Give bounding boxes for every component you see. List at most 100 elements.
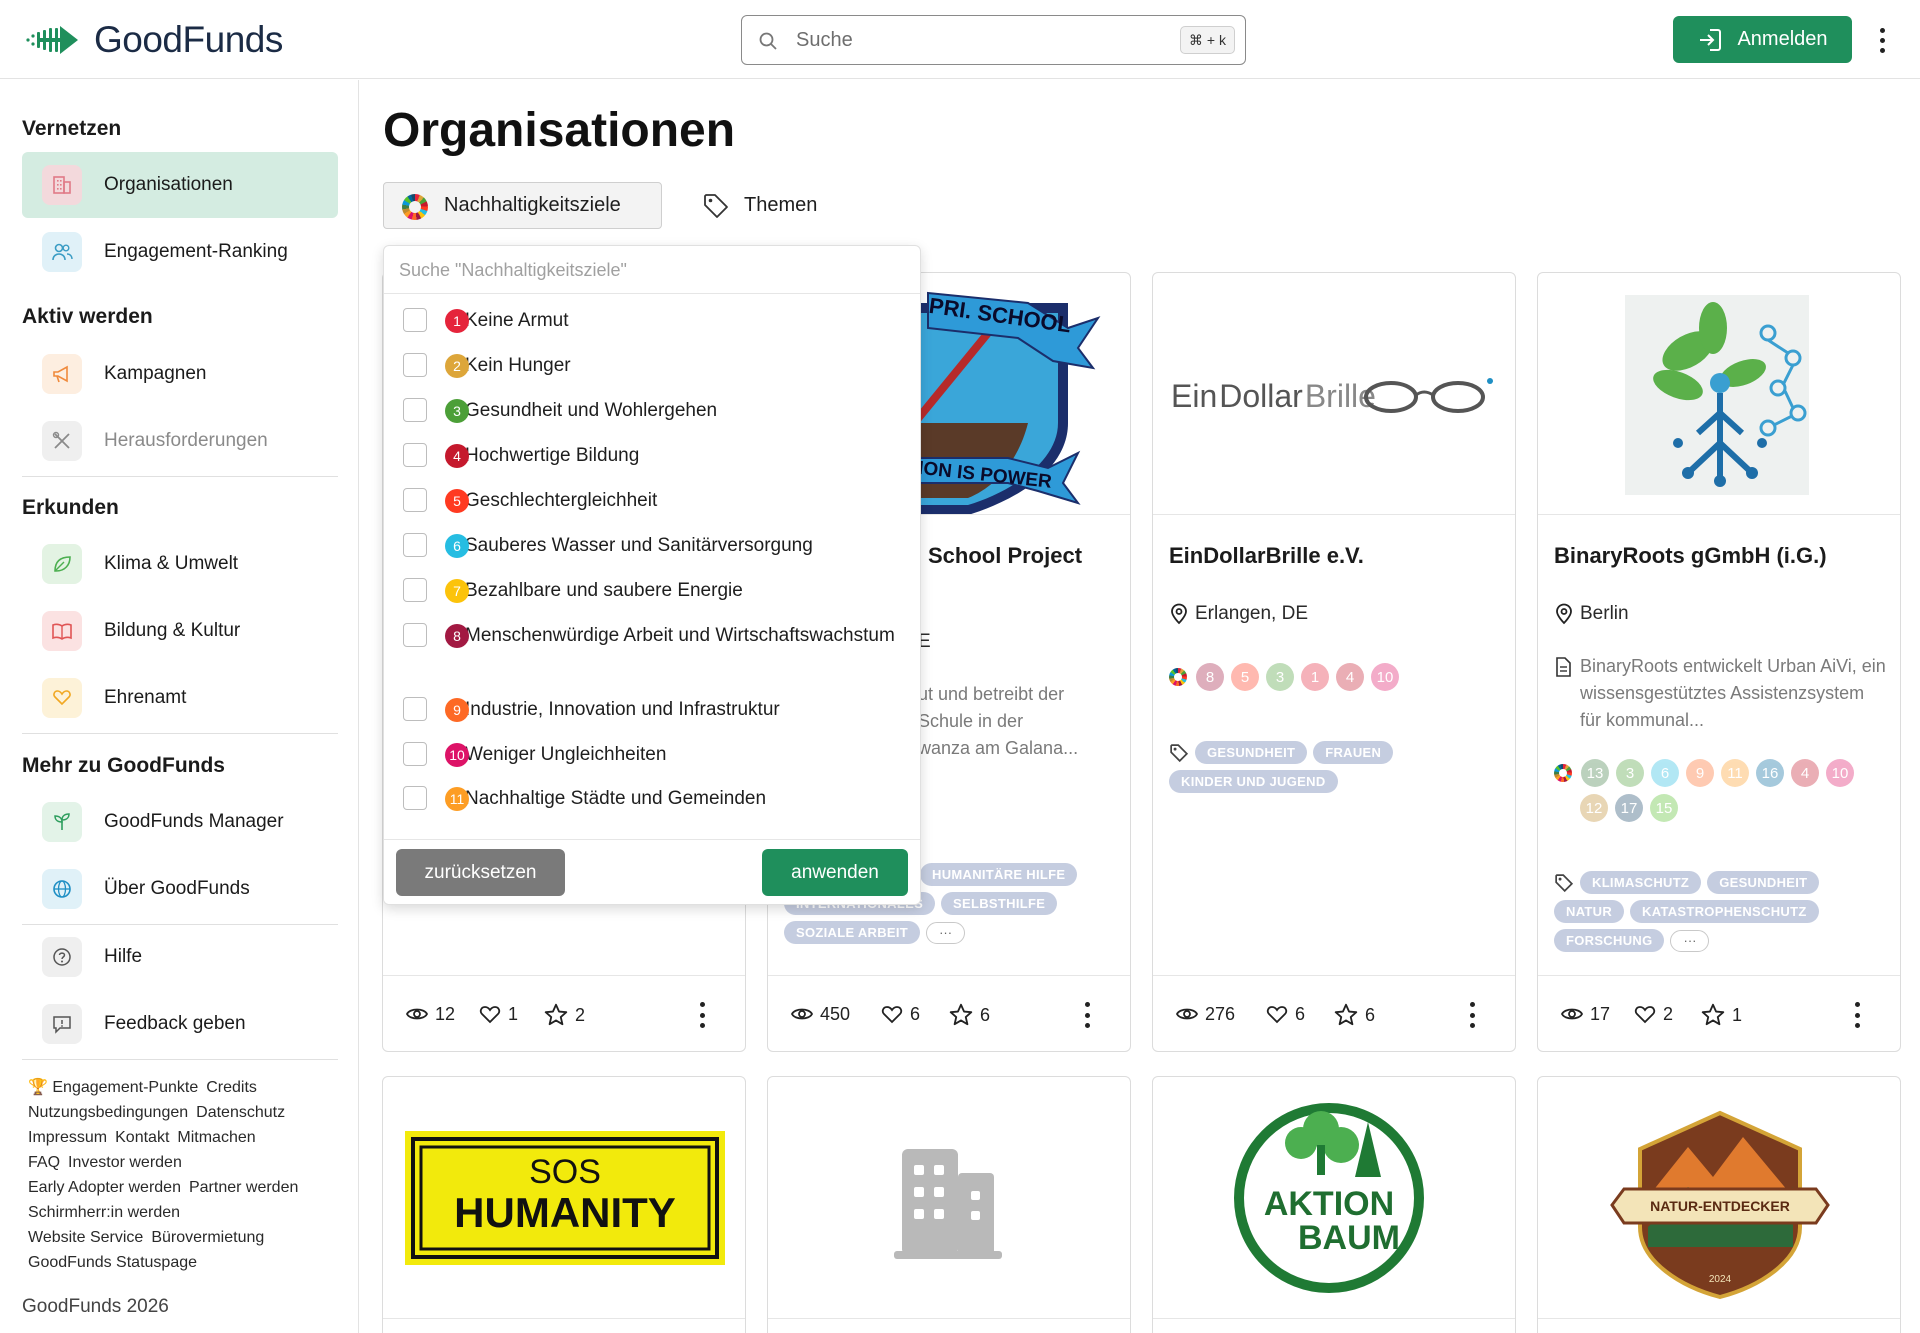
checkbox[interactable]: [403, 353, 427, 377]
tag[interactable]: GESUNDHEIT: [1707, 871, 1820, 894]
sdg-badge[interactable]: 9: [1686, 759, 1714, 787]
footer-link[interactable]: GoodFunds Statuspage: [28, 1254, 197, 1271]
card-more-button[interactable]: [1852, 1000, 1862, 1030]
sdg-badge[interactable]: 4: [1336, 663, 1364, 691]
tag[interactable]: NATUR: [1554, 900, 1625, 923]
checkbox[interactable]: [403, 533, 427, 557]
stars-stat[interactable]: 6: [1333, 1002, 1375, 1028]
checkbox[interactable]: [403, 623, 427, 647]
footer-link[interactable]: FAQ: [28, 1154, 60, 1171]
footer-link[interactable]: Early Adopter werden: [28, 1179, 181, 1196]
sdg-badge[interactable]: 12: [1580, 794, 1608, 822]
sdg-badge[interactable]: 3: [1616, 759, 1644, 787]
likes-stat[interactable]: 1: [478, 1002, 518, 1026]
footer-link[interactable]: Impressum: [28, 1129, 107, 1146]
sdg-badge[interactable]: 16: [1756, 759, 1784, 787]
sidebar-item-ueber-goodfunds[interactable]: Über GoodFunds: [22, 856, 338, 922]
sidebar-item-organisationen[interactable]: Organisationen: [22, 152, 338, 218]
sdg-option[interactable]: 10 Weniger Ungleichheiten: [403, 740, 903, 769]
checkbox[interactable]: [403, 786, 427, 810]
more-tags-button[interactable]: ···: [926, 921, 966, 944]
likes-stat[interactable]: 6: [880, 1002, 920, 1026]
goodfunds-logo[interactable]: GoodFunds: [24, 16, 283, 64]
footer-link[interactable]: Partner werden: [189, 1179, 298, 1196]
sdg-filter-button[interactable]: Nachhaltigkeitsziele: [383, 182, 662, 229]
org-name[interactable]: EinDollarBrille e.V.: [1169, 543, 1364, 569]
tag[interactable]: GESUNDHEIT: [1195, 741, 1308, 764]
sidebar-item-kampagnen[interactable]: Kampagnen: [22, 341, 338, 407]
stars-stat[interactable]: 2: [543, 1002, 585, 1028]
sdg-badge[interactable]: 15: [1650, 794, 1678, 822]
sdg-option[interactable]: 4 Hochwertige Bildung: [403, 441, 903, 470]
sidebar-item-bildung-kultur[interactable]: Bildung & Kultur: [22, 598, 338, 664]
footer-link[interactable]: Nutzungsbedingungen: [28, 1104, 188, 1121]
org-name[interactable]: BinaryRoots gGmbH (i.G.): [1554, 543, 1827, 569]
footer-link[interactable]: Investor werden: [68, 1154, 182, 1171]
sdg-option[interactable]: 3 Gesundheit und Wohlergehen: [403, 396, 903, 425]
tag[interactable]: KATASTROPHENSCHUTZ: [1630, 900, 1819, 923]
sdg-badge[interactable]: 10: [1371, 663, 1399, 691]
tag[interactable]: FORSCHUNG: [1554, 929, 1665, 952]
sdg-badge[interactable]: 11: [1721, 759, 1749, 787]
themes-filter-button[interactable]: Themen: [702, 182, 817, 229]
sidebar-item-goodfunds-manager[interactable]: GoodFunds Manager: [22, 789, 338, 855]
org-card[interactable]: EinDollarBrille EinDollarBrille e.V. Erl…: [1152, 272, 1516, 1052]
footer-link[interactable]: 🏆 Engagement-Punkte: [28, 1079, 198, 1096]
apply-button[interactable]: anwenden: [762, 849, 908, 896]
checkbox[interactable]: [403, 742, 427, 766]
sidebar-item-engagement-ranking[interactable]: Engagement-Ranking: [22, 219, 338, 285]
card-more-button[interactable]: [697, 1000, 707, 1030]
checkbox[interactable]: [403, 578, 427, 602]
sdg-option[interactable]: 1 Keine Armut: [403, 306, 903, 335]
card-more-button[interactable]: [1082, 1000, 1092, 1030]
more-menu-button[interactable]: [1872, 22, 1892, 58]
checkbox[interactable]: [403, 308, 427, 332]
stars-stat[interactable]: 6: [948, 1002, 990, 1028]
sdg-option[interactable]: 7 Bezahlbare und saubere Energie: [403, 576, 903, 605]
footer-link[interactable]: Website Service: [28, 1229, 143, 1246]
footer-link[interactable]: Bürovermietung: [151, 1229, 264, 1246]
sdg-option[interactable]: 8 Menschenwürdige Arbeit und Wirtschafts…: [403, 621, 903, 650]
footer-link[interactable]: Mitmachen: [177, 1129, 255, 1146]
search-input[interactable]: [796, 26, 1156, 54]
org-name[interactable]: School Project: [928, 543, 1082, 569]
sdg-badge[interactable]: 13: [1581, 759, 1609, 787]
sdg-badge[interactable]: 1: [1301, 663, 1329, 691]
footer-link[interactable]: Kontakt: [115, 1129, 169, 1146]
tag[interactable]: SOZIALE ARBEIT: [784, 921, 921, 944]
sidebar-item-klima-umwelt[interactable]: Klima & Umwelt: [22, 531, 338, 597]
tag[interactable]: KINDER UND JUGEND: [1169, 770, 1338, 793]
more-tags-button[interactable]: ···: [1670, 929, 1710, 952]
checkbox[interactable]: [403, 488, 427, 512]
sdg-search-input[interactable]: [399, 256, 879, 284]
org-card[interactable]: NATUR-ENTDECKER 2024: [1537, 1076, 1901, 1333]
sdg-option[interactable]: 6 Sauberes Wasser und Sanitärversorgung: [403, 531, 903, 560]
tag[interactable]: KLIMASCHUTZ: [1580, 871, 1702, 894]
tag[interactable]: FRAUEN: [1313, 741, 1394, 764]
org-card[interactable]: SOS HUMANITY: [382, 1076, 746, 1333]
tag[interactable]: SELBSTHILFE: [941, 892, 1058, 915]
sidebar-item-hilfe[interactable]: Hilfe: [22, 924, 338, 990]
footer-link[interactable]: Credits: [206, 1079, 257, 1096]
sdg-badge[interactable]: 3: [1266, 663, 1294, 691]
checkbox[interactable]: [403, 697, 427, 721]
sidebar-item-herausforderungen[interactable]: Herausforderungen: [22, 408, 338, 474]
tag[interactable]: HUMANITÄRE HILFE: [920, 863, 1078, 886]
org-card[interactable]: BinaryRoots gGmbH (i.G.) Berlin BinaryRo…: [1537, 272, 1901, 1052]
sdg-badge[interactable]: 6: [1651, 759, 1679, 787]
search-box[interactable]: ⌘ + k: [741, 15, 1246, 65]
sdg-badge[interactable]: 4: [1791, 759, 1819, 787]
sdg-badge[interactable]: 17: [1615, 794, 1643, 822]
sdg-badge[interactable]: 5: [1231, 663, 1259, 691]
likes-stat[interactable]: 2: [1633, 1002, 1673, 1026]
sdg-badge[interactable]: 8: [1196, 663, 1224, 691]
footer-link[interactable]: Schirmherr:in werden: [28, 1204, 180, 1221]
sidebar-item-ehrenamt[interactable]: Ehrenamt: [22, 665, 338, 731]
org-card[interactable]: AKTION BAUM: [1152, 1076, 1516, 1333]
sdg-option[interactable]: 9 Industrie, Innovation und Infrastruktu…: [403, 695, 903, 724]
card-more-button[interactable]: [1467, 1000, 1477, 1030]
reset-button[interactable]: zurücksetzen: [396, 849, 565, 896]
likes-stat[interactable]: 6: [1265, 1002, 1305, 1026]
sidebar-item-feedback[interactable]: Feedback geben: [22, 991, 338, 1057]
sdg-option[interactable]: 5 Geschlechtergleichheit: [403, 486, 903, 515]
